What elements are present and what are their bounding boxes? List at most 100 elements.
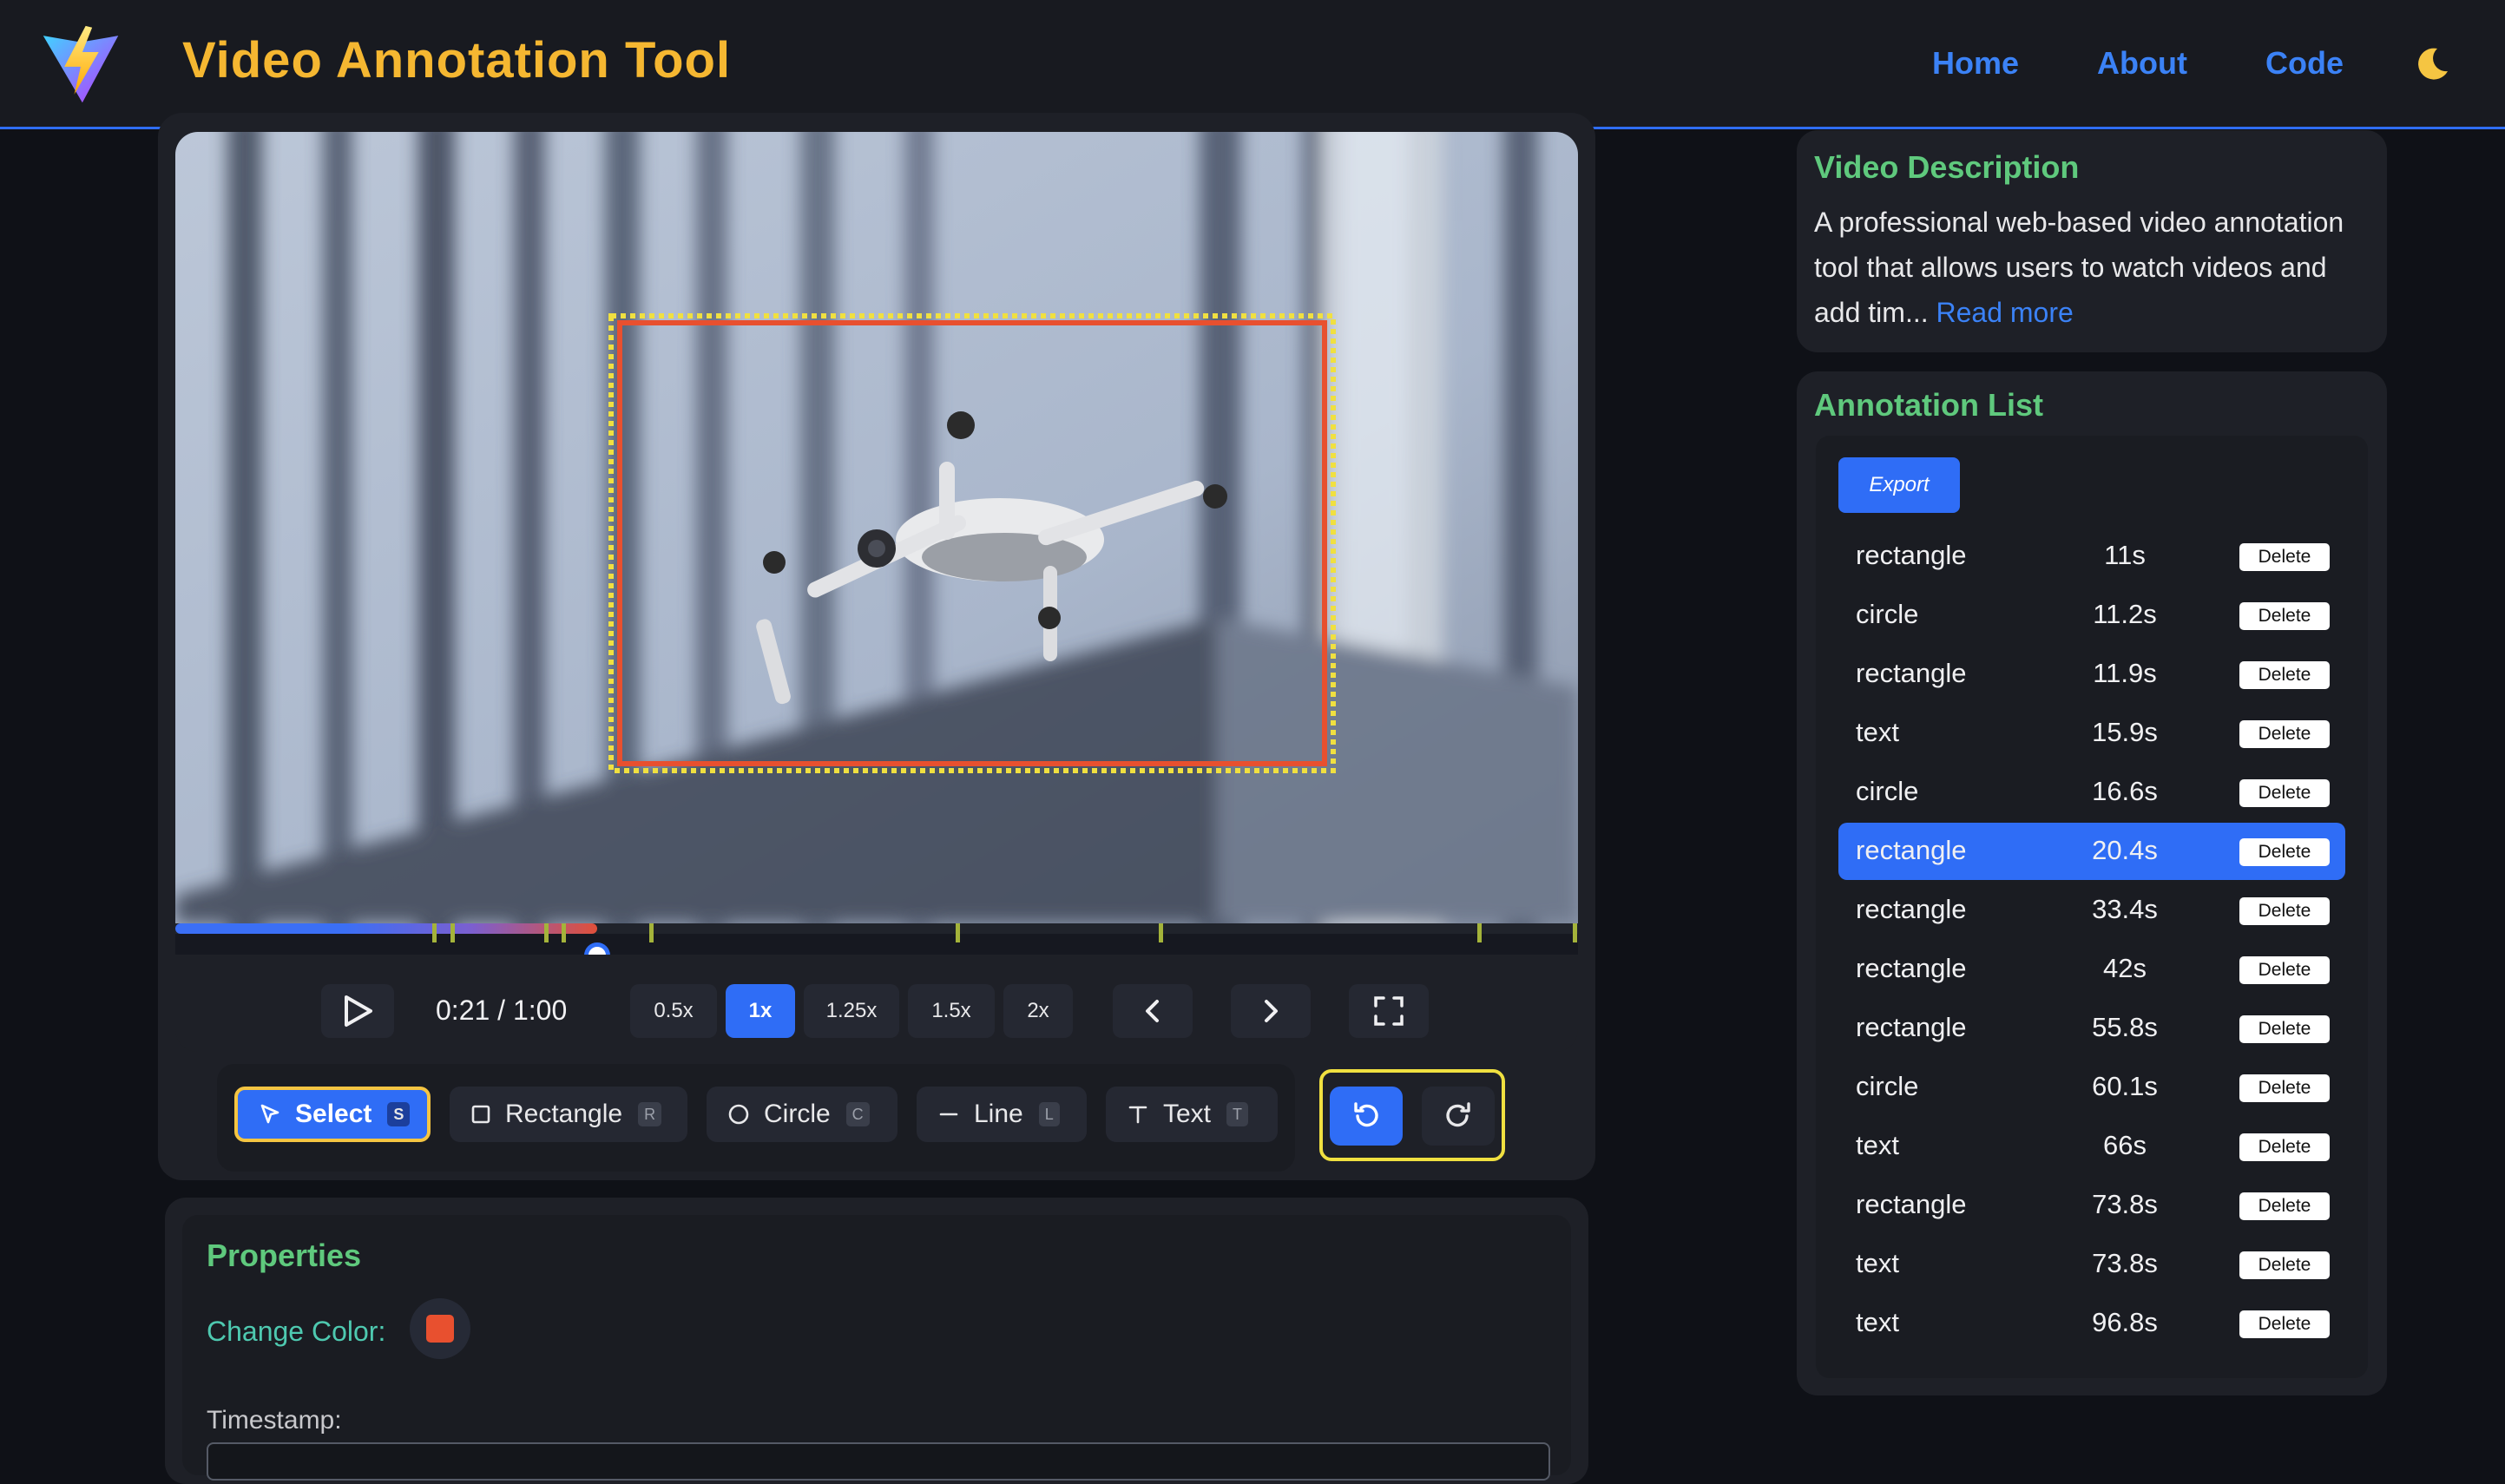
delete-annotation-button[interactable]: Delete [2239, 1015, 2330, 1043]
delete-annotation-button[interactable]: Delete [2239, 661, 2330, 689]
annotation-type: rectangle [1856, 658, 1967, 688]
read-more-link[interactable]: Read more [1936, 297, 2074, 328]
line-icon [939, 1113, 958, 1116]
annotation-time: 11.9s [2093, 658, 2157, 688]
select-tool-button[interactable]: Select S [234, 1087, 431, 1142]
delete-annotation-button[interactable]: Delete [2239, 1133, 2330, 1161]
speed-1x-button[interactable]: 1x [726, 984, 795, 1038]
annotation-row[interactable]: rectangle 55.8s Delete [1838, 1000, 2345, 1057]
text-tool-button[interactable]: Text T [1106, 1087, 1278, 1142]
text-tool-label: Text [1163, 1100, 1212, 1128]
delete-annotation-button[interactable]: Delete [2239, 838, 2330, 866]
moon-icon[interactable] [2411, 43, 2453, 85]
annotation-row[interactable]: circle 60.1s Delete [1838, 1059, 2345, 1116]
delete-annotation-button[interactable]: Delete [2239, 1074, 2330, 1102]
change-color-label: Change Color: [207, 1316, 386, 1347]
annotation-row[interactable]: circle 11.2s Delete [1838, 587, 2345, 644]
timeline-annotation-marker[interactable] [450, 923, 455, 942]
line-shortcut-key: L [1038, 1102, 1060, 1126]
annotation-type: circle [1856, 776, 1919, 806]
timeline-scrubber[interactable] [175, 923, 1578, 955]
speed-2x-button[interactable]: 2x [1003, 984, 1073, 1038]
timeline-annotation-marker[interactable] [1476, 923, 1482, 942]
square-icon [471, 1105, 490, 1124]
timeline-annotation-marker[interactable] [431, 923, 437, 942]
annotation-time: 33.4s [2092, 894, 2158, 924]
select-tool-label: Select [295, 1100, 372, 1128]
fullscreen-button[interactable] [1349, 984, 1429, 1038]
line-tool-label: Line [974, 1100, 1023, 1128]
undo-icon [1354, 1102, 1378, 1127]
annotation-type: text [1856, 1248, 1899, 1278]
annotation-row[interactable]: circle 16.6s Delete [1838, 764, 2345, 821]
rectangle-tool-label: Rectangle [505, 1100, 623, 1128]
timeline-annotation-marker[interactable] [544, 923, 549, 942]
line-tool-button[interactable]: Line L [917, 1087, 1087, 1142]
text-icon [1128, 1106, 1147, 1124]
text-shortcut-key: T [1226, 1102, 1249, 1126]
annotation-row[interactable]: text 73.8s Delete [1838, 1236, 2345, 1293]
app-title: Video Annotation Tool [182, 32, 732, 89]
delete-annotation-button[interactable]: Delete [2239, 897, 2330, 925]
annotation-time: 11.2s [2093, 599, 2157, 629]
description-title: Video Description [1814, 149, 2080, 185]
speed-0.5x-button[interactable]: 0.5x [630, 984, 717, 1038]
delete-annotation-button[interactable]: Delete [2239, 1251, 2330, 1279]
time-display: 0:21 / 1:00 [436, 995, 568, 1026]
annotation-type: rectangle [1856, 953, 1967, 983]
annotation-row[interactable]: rectangle 11.9s Delete [1838, 646, 2345, 703]
timeline-annotation-marker[interactable] [955, 923, 960, 942]
annotation-type: rectangle [1856, 894, 1967, 924]
nav-code-link[interactable]: Code [2265, 45, 2344, 82]
annotation-time: 11s [2104, 540, 2146, 570]
speed-1.25x-button[interactable]: 1.25x [804, 984, 899, 1038]
redo-icon [1446, 1102, 1470, 1127]
delete-annotation-button[interactable]: Delete [2239, 1192, 2330, 1220]
annotation-type: circle [1856, 599, 1919, 629]
timeline-annotation-marker[interactable] [649, 923, 654, 942]
chevron-left-icon [1146, 1000, 1159, 1022]
circle-icon [728, 1104, 749, 1125]
play-icon [345, 995, 372, 1027]
export-button[interactable]: Export [1838, 457, 1960, 513]
annotation-row[interactable]: rectangle 20.4s Delete [1838, 823, 2345, 880]
play-button[interactable] [321, 984, 394, 1038]
timestamp-label: Timestamp: [207, 1406, 342, 1435]
video-player[interactable] [175, 132, 1578, 923]
properties-panel [182, 1215, 1571, 1475]
annotation-time: 73.8s [2092, 1248, 2158, 1278]
undo-button[interactable] [1330, 1087, 1403, 1146]
rectangle-tool-button[interactable]: Rectangle R [450, 1087, 687, 1142]
nav-about-link[interactable]: About [2097, 45, 2187, 82]
timeline-annotation-marker[interactable] [561, 923, 566, 942]
timeline-annotation-marker[interactable] [1159, 923, 1164, 942]
annotation-time: 96.8s [2092, 1307, 2158, 1337]
delete-annotation-button[interactable]: Delete [2239, 602, 2330, 630]
annotation-row[interactable]: text 15.9s Delete [1838, 705, 2345, 762]
select-shortcut-key: S [387, 1102, 411, 1126]
annotation-row[interactable]: rectangle 73.8s Delete [1838, 1177, 2345, 1234]
fullscreen-icon [1374, 996, 1404, 1026]
timeline-annotation-marker[interactable] [1572, 923, 1577, 942]
delete-annotation-button[interactable]: Delete [2239, 779, 2330, 807]
annotation-row[interactable]: rectangle 33.4s Delete [1838, 882, 2345, 939]
annotation-row[interactable]: rectangle 11s Delete [1838, 528, 2345, 585]
cursor-icon [260, 1104, 279, 1124]
color-swatch [426, 1315, 454, 1343]
previous-annotation-button[interactable] [1113, 984, 1193, 1038]
speed-1.5x-button[interactable]: 1.5x [908, 984, 995, 1038]
annotation-row[interactable]: text 96.8s Delete [1838, 1295, 2345, 1352]
next-annotation-button[interactable] [1231, 984, 1311, 1038]
annotation-list-title: Annotation List [1814, 387, 2043, 423]
circle-tool-button[interactable]: Circle C [707, 1087, 897, 1142]
delete-annotation-button[interactable]: Delete [2239, 956, 2330, 984]
delete-annotation-button[interactable]: Delete [2239, 1310, 2330, 1338]
redo-button[interactable] [1422, 1087, 1495, 1146]
annotation-row[interactable]: text 66s Delete [1838, 1118, 2345, 1175]
delete-annotation-button[interactable]: Delete [2239, 720, 2330, 748]
delete-annotation-button[interactable]: Delete [2239, 543, 2330, 571]
annotation-row[interactable]: rectangle 42s Delete [1838, 941, 2345, 998]
timestamp-input[interactable] [207, 1442, 1550, 1481]
color-picker-button[interactable] [410, 1298, 470, 1359]
nav-home-link[interactable]: Home [1932, 45, 2019, 82]
